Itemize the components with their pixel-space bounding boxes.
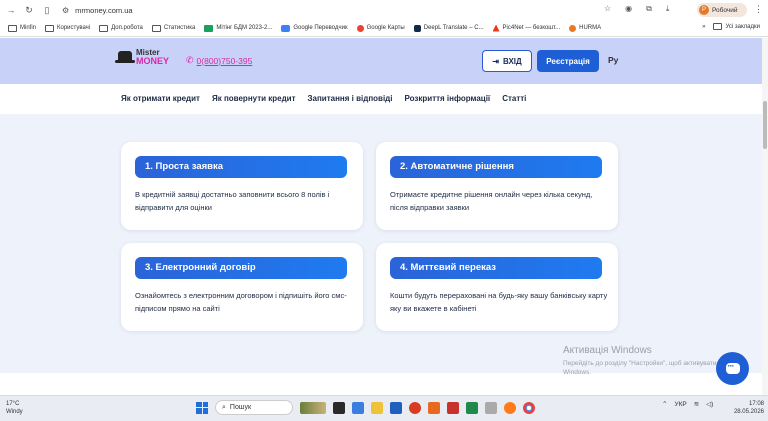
folder-icon	[8, 24, 17, 32]
bookmark-hurma[interactable]: HURMA	[569, 24, 601, 32]
widgets-icon[interactable]	[300, 401, 326, 414]
bookmark-pic4net[interactable]: Pic4Net — безкошт...	[492, 24, 560, 32]
opera-icon[interactable]	[409, 401, 421, 414]
step-text: Отримаєте кредитне рішення онлайн через …	[390, 190, 593, 212]
bookmark-statistics[interactable]: Статистика	[151, 24, 195, 32]
hurma-icon	[569, 24, 577, 32]
nav-disclosure[interactable]: Розкриття інформації	[404, 94, 490, 103]
back-icon[interactable]: →	[4, 3, 18, 17]
start-icon[interactable]	[196, 401, 208, 414]
profile-name: Робочий	[712, 6, 738, 14]
address-bar[interactable]: ⚙ mrmoney.com.ua	[62, 3, 622, 17]
phone-link[interactable]: 0(800)750-395	[197, 56, 253, 66]
scrollbar-thumb[interactable]	[763, 101, 767, 149]
volume-icon[interactable]: ◁)	[706, 400, 713, 408]
step-text: В кредитній заявці достатньо заповнити в…	[135, 190, 330, 212]
extensions-icon[interactable]: ⧉	[646, 4, 652, 14]
nav-how-to-repay[interactable]: Як повернути кредит	[212, 94, 296, 103]
page-scrollbar[interactable]	[762, 38, 768, 395]
avatar: Р	[699, 5, 709, 15]
weather-widget[interactable]: 17°C Windy	[6, 400, 23, 416]
windows-activation-watermark: Активація Windows Перейдіть до розділу "…	[563, 345, 717, 376]
step-title: 2. Автоматичне рішення	[390, 156, 602, 178]
chevron-up-icon[interactable]: ⌃	[662, 400, 667, 408]
translate-icon	[281, 24, 291, 32]
chrome-icon[interactable]	[523, 401, 535, 414]
split-view-icon[interactable]: ▯	[40, 3, 54, 17]
download-icon[interactable]: ⤓	[666, 4, 670, 14]
bookmark-deepl[interactable]: DeepL Translate – С...	[413, 24, 484, 32]
step-card: 4. Миттєвий переказ Кошти будуть перерах…	[376, 243, 618, 331]
steps-section: 1. Проста заявка В кредитній заявці дост…	[0, 114, 762, 373]
phone-icon: ✆	[186, 55, 194, 65]
chat-button[interactable]	[716, 352, 749, 385]
bookmark-minfin[interactable]: Minfin	[8, 24, 36, 32]
login-button[interactable]: ⇥ ВХІД	[482, 50, 532, 72]
app-icon[interactable]	[485, 401, 497, 414]
folder-icon	[151, 24, 161, 32]
step-card: 1. Проста заявка В кредитній заявці дост…	[121, 142, 363, 230]
step-title: 3. Електронний договір	[135, 257, 347, 279]
logo-line2: MONEY	[136, 56, 170, 66]
main-nav: Як отримати кредит Як повернути кредит З…	[0, 84, 762, 114]
step-text: Кошти будуть перераховані на будь-яку ва…	[390, 291, 608, 313]
url-text: mrmoney.com.ua	[75, 5, 133, 15]
nav-how-to-get-credit[interactable]: Як отримати кредит	[121, 94, 200, 103]
file-explorer-icon[interactable]	[371, 401, 383, 414]
maps-icon	[356, 24, 364, 32]
step-text: Ознайомтесь з електронним договором і пі…	[135, 291, 347, 313]
site-header: Mister MONEY ✆ 0(800)750-395 ⇥ ВХІД Реєс…	[0, 38, 762, 84]
task-view-icon[interactable]	[333, 401, 345, 414]
clock[interactable]: 17:08 28.05.2026	[726, 400, 764, 416]
powerpoint-icon[interactable]	[428, 401, 440, 414]
step-card: 3. Електронний договір Ознайомтесь з еле…	[121, 243, 363, 331]
camera-icon[interactable]: ◉	[625, 4, 632, 14]
excel-icon[interactable]	[466, 401, 478, 414]
nav-faq[interactable]: Запитання і відповіді	[308, 94, 393, 103]
taskbar: 17°C Windy ⌕ Пошук ⌃ УКР ≋ ◁) 17:08 28.0…	[0, 395, 768, 421]
register-button[interactable]: Реєстрація	[537, 50, 599, 72]
pdf-icon[interactable]	[447, 401, 459, 414]
word-icon[interactable]	[390, 401, 402, 414]
logo[interactable]: Mister MONEY	[115, 49, 170, 66]
hat-icon	[115, 51, 135, 63]
star-icon[interactable]: ☆	[604, 4, 611, 14]
nav-articles[interactable]: Статті	[502, 94, 526, 103]
language-switch[interactable]: Ру	[608, 55, 618, 65]
folder-icon	[99, 24, 109, 32]
folder-icon	[45, 24, 55, 32]
bookmark-all[interactable]: Усі закладки	[713, 23, 760, 30]
bookmark-side-job[interactable]: Доп.робота	[99, 24, 143, 32]
login-icon: ⇥	[492, 56, 499, 66]
phone[interactable]: ✆ 0(800)750-395	[186, 55, 252, 66]
step-title: 4. Миттєвий переказ	[390, 257, 602, 279]
bookmarks-more[interactable]: »	[702, 24, 705, 30]
browser-toolbar: → ↻ ▯ ⚙ mrmoney.com.ua ☆ ◉ ⧉ ⤓ Р Робочий…	[0, 0, 768, 20]
profile-button[interactable]: Р Робочий	[697, 3, 747, 17]
folder-icon	[713, 23, 723, 30]
wifi-icon[interactable]: ≋	[694, 400, 699, 408]
menu-icon[interactable]: ⋮	[754, 4, 763, 15]
bookmarks-bar: Minfin Користувачі Доп.робота Статистика…	[0, 20, 768, 37]
chat-icon	[725, 361, 740, 374]
pic4net-icon	[492, 24, 500, 32]
step-title: 1. Проста заявка	[135, 156, 347, 178]
step-card: 2. Автоматичне рішення Отримаєте кредитн…	[376, 142, 618, 230]
search-icon: ⌕	[222, 403, 226, 411]
firefox-icon[interactable]	[504, 401, 516, 414]
site-info-icon[interactable]: ⚙	[62, 6, 69, 15]
bookmark-meeting[interactable]: Мітінг БДМ 2023-2...	[204, 24, 272, 32]
taskbar-search[interactable]: ⌕ Пошук	[215, 400, 293, 415]
bookmark-translate[interactable]: Google Переводчик	[281, 24, 348, 32]
sheets-icon	[204, 24, 214, 32]
teams-icon[interactable]	[352, 401, 364, 414]
bookmark-users[interactable]: Користувачі	[45, 24, 90, 32]
language-indicator[interactable]: УКР	[674, 401, 686, 408]
deepl-icon	[413, 24, 421, 32]
reload-icon[interactable]: ↻	[22, 3, 36, 17]
bookmark-maps[interactable]: Google Карты	[356, 24, 405, 32]
